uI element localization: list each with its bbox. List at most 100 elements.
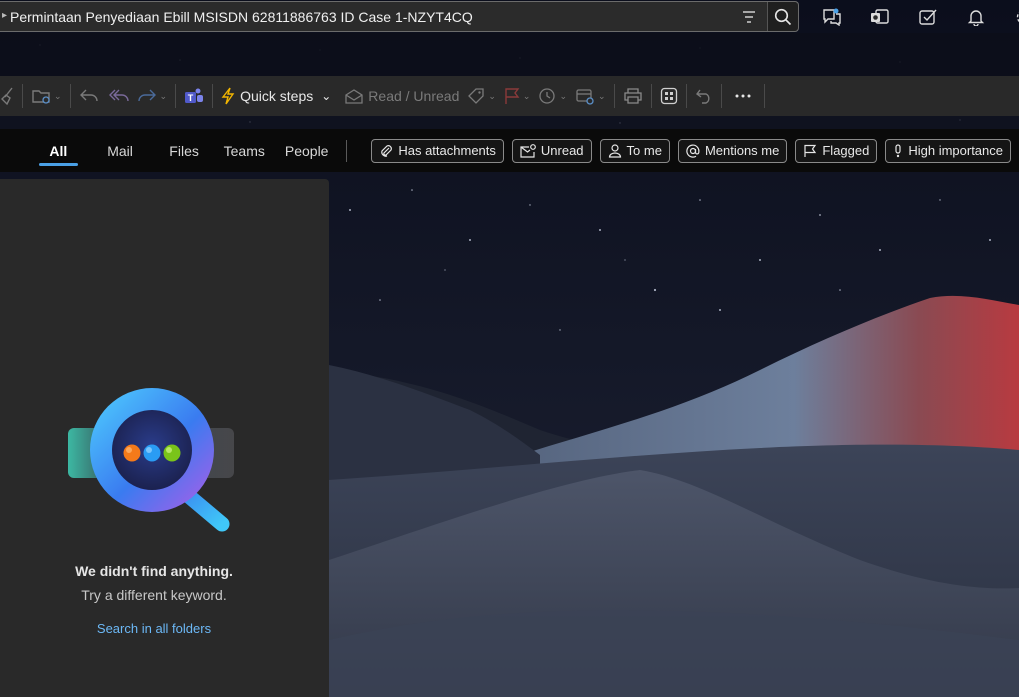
flag-icon — [505, 88, 520, 104]
no-results-subtitle: Try a different keyword. — [81, 587, 227, 603]
ribbon-divider — [175, 84, 177, 108]
move-icon — [32, 90, 50, 104]
teams-icon: T — [185, 88, 204, 103]
ribbon-divider — [685, 84, 687, 108]
tag-icon — [468, 88, 485, 104]
exclamation-icon — [895, 143, 901, 157]
ribbon-divider — [650, 84, 652, 108]
rules-icon — [576, 89, 594, 105]
mentions-me-chip[interactable]: Mentions me — [677, 138, 788, 163]
quick-steps-button[interactable]: Quick steps ⌄ — [217, 81, 335, 111]
chip-label: Mentions me — [704, 143, 780, 158]
print-icon — [623, 88, 642, 104]
ribbon-divider — [720, 84, 722, 108]
no-results-illustration — [66, 384, 238, 541]
at-icon — [686, 143, 700, 158]
has-attachments-chip[interactable]: Has attachments — [371, 138, 504, 163]
chip-label: Flagged — [822, 143, 870, 158]
print-button[interactable] — [619, 81, 647, 111]
quick-steps-label: Quick steps — [240, 88, 314, 104]
teams-share-button[interactable]: T — [180, 81, 208, 111]
mail-unread-icon — [520, 143, 536, 158]
ribbon-toolbar: ⌄ ⌄ T Quick steps ⌄ Read / Unread ⌄ ⌄ ⌄ … — [0, 76, 1019, 116]
clock-icon — [539, 88, 556, 104]
chip-label: Has attachments — [398, 143, 496, 158]
tabs-divider — [346, 139, 348, 162]
read-unread-button[interactable]: Read / Unread — [341, 81, 463, 111]
reply-button[interactable] — [75, 81, 103, 111]
chevron-down-icon: ⌄ — [559, 90, 567, 101]
outlook-icon — [871, 8, 889, 24]
search-icon — [774, 8, 792, 25]
read-unread-label: Read / Unread — [368, 88, 460, 104]
chip-label: To me — [626, 143, 662, 158]
chip-label: High importance — [908, 143, 1003, 158]
ribbon-divider — [763, 84, 765, 108]
reply-all-button[interactable] — [103, 81, 133, 111]
forward-button[interactable]: ⌄ — [133, 81, 172, 111]
svg-text:T: T — [188, 93, 194, 103]
tab-all[interactable]: All — [39, 129, 78, 172]
chat-icon — [823, 8, 841, 26]
settings-button[interactable] — [1000, 0, 1019, 33]
sweep-button[interactable] — [0, 81, 18, 111]
search-filter-bar: All Mail Files Teams People Has attachme… — [0, 129, 1019, 172]
no-results-title: We didn't find anything. — [75, 563, 233, 579]
chat-button[interactable] — [808, 0, 856, 33]
to-me-chip[interactable]: To me — [599, 138, 670, 163]
undo-icon — [695, 89, 710, 104]
flag-icon — [804, 144, 817, 157]
categorize-button[interactable]: ⌄ — [463, 81, 500, 111]
chevron-down-icon: ⌄ — [54, 90, 62, 101]
search-button[interactable] — [767, 2, 798, 31]
sweep-icon — [1, 87, 13, 105]
flag-button[interactable]: ⌄ — [500, 81, 535, 111]
forward-icon — [137, 89, 156, 102]
filter-chips: Has attachments Unread To me Mentions me — [371, 138, 1019, 163]
envelope-icon — [345, 89, 363, 104]
reply-all-icon — [108, 89, 129, 102]
apps-button[interactable] — [656, 81, 682, 111]
ribbon-divider — [613, 84, 615, 108]
search-box[interactable]: ▸ Permintaan Penyediaan Ebill MSISDN 628… — [0, 1, 799, 32]
rules-button[interactable]: ⌄ — [571, 81, 610, 111]
search-all-folders-link[interactable]: Search in all folders — [0, 621, 308, 636]
tab-mail[interactable]: Mail — [102, 129, 139, 172]
paperclip-icon — [381, 144, 393, 157]
chevron-down-icon: ⌄ — [159, 90, 168, 101]
chevron-down-icon: ⌄ — [522, 90, 531, 101]
top-right-toolbar — [808, 0, 1019, 33]
ribbon-divider — [212, 84, 214, 108]
apps-icon — [660, 87, 677, 105]
search-scope-edge: ▸ — [2, 10, 8, 21]
ribbon-divider — [22, 84, 23, 108]
chevron-down-icon: ⌄ — [598, 90, 606, 101]
search-input[interactable]: Permintaan Penyediaan Ebill MSISDN 62811… — [0, 9, 731, 25]
magnifier-illustration-icon — [68, 388, 234, 532]
bell-icon — [967, 9, 985, 26]
undo-icon — [79, 89, 98, 102]
outlook-button[interactable] — [856, 0, 904, 33]
undo-button[interactable] — [691, 81, 717, 111]
todo-button[interactable] — [904, 0, 952, 33]
high-importance-chip[interactable]: High importance — [885, 138, 1011, 163]
snooze-button[interactable]: ⌄ — [534, 81, 571, 111]
gear-icon — [1016, 11, 1019, 22]
ribbon-divider — [69, 84, 71, 108]
todo-icon — [919, 9, 937, 25]
notifications-button[interactable] — [952, 0, 1000, 33]
flagged-chip[interactable]: Flagged — [795, 138, 878, 163]
tab-teams[interactable]: Teams — [224, 129, 265, 172]
title-bar: ▸ Permintaan Penyediaan Ebill MSISDN 628… — [0, 0, 1019, 33]
tab-files[interactable]: Files — [167, 129, 202, 172]
more-options-button[interactable] — [726, 81, 760, 111]
search-filter-button[interactable] — [731, 2, 767, 31]
chip-label: Unread — [540, 143, 584, 158]
filter-icon — [743, 10, 755, 23]
chevron-down-icon: ⌄ — [488, 90, 496, 101]
lightning-icon — [221, 87, 235, 105]
move-button[interactable]: ⌄ — [27, 81, 66, 111]
unread-chip[interactable]: Unread — [511, 138, 592, 163]
tab-people[interactable]: People — [285, 129, 329, 172]
more-icon — [735, 94, 751, 98]
